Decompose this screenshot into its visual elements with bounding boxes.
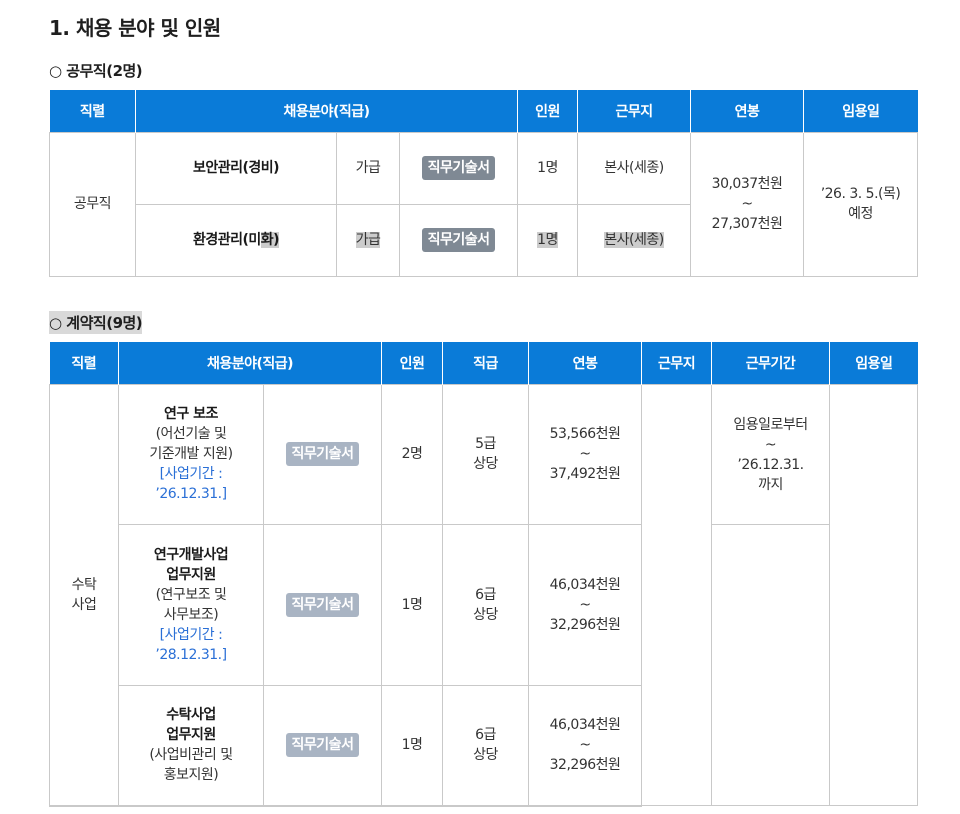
header-start: 임용일	[803, 90, 918, 132]
field-cell: 보안관리(경비)	[135, 131, 337, 205]
count-cell: 2명	[381, 383, 444, 525]
series-cell: 공무직	[49, 131, 136, 277]
start-cell	[829, 383, 919, 806]
contract-heading: ○ 계약직(9명)	[49, 311, 143, 334]
header-series: 직렬	[49, 90, 136, 132]
table-divider	[49, 806, 642, 807]
field-cell: 환경관리(미화)	[135, 203, 337, 277]
job-description-button[interactable]: 직무기술서	[421, 156, 496, 180]
grade-cell: 가급	[355, 232, 381, 248]
rank-cell: 5급 상당	[442, 383, 530, 525]
rank-cell: 6급 상당	[442, 684, 530, 806]
header-series: 직렬	[49, 342, 119, 384]
header-rank: 직급	[442, 342, 530, 384]
header-salary: 연봉	[528, 342, 643, 384]
rank-cell: 6급 상당	[442, 523, 530, 686]
job-description-button[interactable]: 직무기술서	[421, 228, 496, 252]
salary-cell: 46,034천원 ~ 32,296천원	[528, 684, 643, 806]
header-place: 근무지	[641, 342, 713, 384]
grade-cell: 가급	[336, 131, 400, 205]
count-cell: 1명	[381, 684, 444, 806]
term-cell: 임용일로부터 ~ ’26.12.31. 까지	[711, 383, 831, 525]
place-cell	[641, 383, 713, 806]
salary-cell: 46,034천원 ~ 32,296천원	[528, 523, 643, 686]
series-cell: 수탁 사업	[49, 383, 119, 806]
job-description-button[interactable]: 직무기술서	[285, 733, 360, 757]
public-header-row: 직렬 채용분야(직급) 인원 근무지 연봉 임용일	[49, 90, 918, 132]
salary-cell: 30,037천원 ~ 27,307천원	[690, 131, 805, 277]
table-row: 수탁 사업 연구 보조 (어선기술 및 기준개발 지원) [사업기간 : ’26…	[49, 383, 919, 806]
table-row: 연구개발사업 업무지원 (연구보조 및 사무보조) [사업기간 : ’28.12…	[50, 523, 918, 806]
header-field: 채용분야(직급)	[118, 342, 383, 384]
header-field: 채용분야(직급)	[135, 90, 519, 132]
header-count: 인원	[381, 342, 444, 384]
count-cell: 1명	[381, 523, 444, 686]
count-cell: 1명	[517, 131, 579, 205]
header-salary: 연봉	[690, 90, 805, 132]
public-table: 직렬 채용분야(직급) 인원 근무지 연봉 임용일 공무직 보안관리(경비) 가…	[49, 90, 919, 277]
page-title: 1. 채용 분야 및 인원	[49, 16, 221, 40]
header-place: 근무지	[577, 90, 692, 132]
public-heading: ○ 공무직(2명)	[49, 62, 143, 80]
contract-table: 직렬 채용분야(직급) 인원 직급 연봉 근무지 근무기간 임용일 수탁 사업 …	[49, 342, 919, 806]
job-description-button[interactable]: 직무기술서	[285, 442, 360, 466]
start-cell: ’26. 3. 5.(목) 예정	[803, 131, 919, 277]
table-row: 공무직 보안관리(경비) 가급 직무기술서 1명 본사(세종) 30,037천원…	[49, 131, 919, 277]
job-description-button[interactable]: 직무기술서	[285, 592, 360, 617]
count-cell: 1명	[537, 232, 558, 248]
header-start: 임용일	[829, 342, 918, 384]
header-count: 인원	[517, 90, 579, 132]
place-cell: 본사(세종)	[577, 131, 692, 205]
field-cell: 수탁사업 업무지원 (사업비관리 및 홍보지원)	[118, 684, 264, 806]
term-cell	[711, 523, 831, 806]
contract-header-row: 직렬 채용분야(직급) 인원 직급 연봉 근무지 근무기간 임용일	[49, 342, 918, 384]
field-cell: 연구개발사업 업무지원 (연구보조 및 사무보조) [사업기간 : ’28.12…	[118, 523, 264, 686]
field-cell: 연구 보조 (어선기술 및 기준개발 지원) [사업기간 : ’26.12.31…	[118, 383, 264, 525]
salary-cell: 53,566천원 ~ 37,492천원	[528, 383, 643, 525]
header-term: 근무기간	[711, 342, 831, 384]
place-cell: 본사(세종)	[604, 232, 664, 248]
